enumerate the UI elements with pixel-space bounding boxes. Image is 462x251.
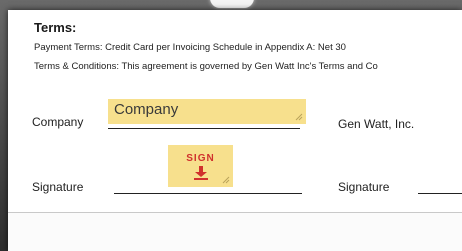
company-input-field[interactable]: Company	[108, 99, 306, 124]
company-label: Company	[32, 115, 84, 129]
payment-terms-text: Payment Terms: Credit Card per Invoicing…	[34, 42, 346, 53]
lower-section	[8, 213, 462, 251]
resize-corner-icon[interactable]	[222, 176, 230, 184]
terms-heading: Terms:	[34, 20, 77, 35]
document-page: Terms: Payment Terms: Credit Card per In…	[8, 10, 462, 251]
signature-label: Signature	[32, 180, 84, 194]
counterparty-company-text: Gen Watt, Inc.	[338, 117, 415, 131]
signature-underline	[114, 193, 302, 194]
arrow-down-to-line-icon	[194, 166, 208, 180]
sign-button[interactable]: SIGN	[168, 145, 233, 187]
terms-conditions-text: Terms & Conditions: This agreement is go…	[34, 61, 378, 72]
signature-underline-right	[418, 193, 462, 194]
company-field-value: Company	[114, 101, 179, 118]
signature-label-right: Signature	[338, 180, 390, 194]
sign-button-label: SIGN	[186, 153, 215, 164]
resize-corner-icon[interactable]	[295, 113, 303, 121]
company-underline	[108, 128, 300, 129]
top-tab-fragment	[210, 0, 254, 8]
